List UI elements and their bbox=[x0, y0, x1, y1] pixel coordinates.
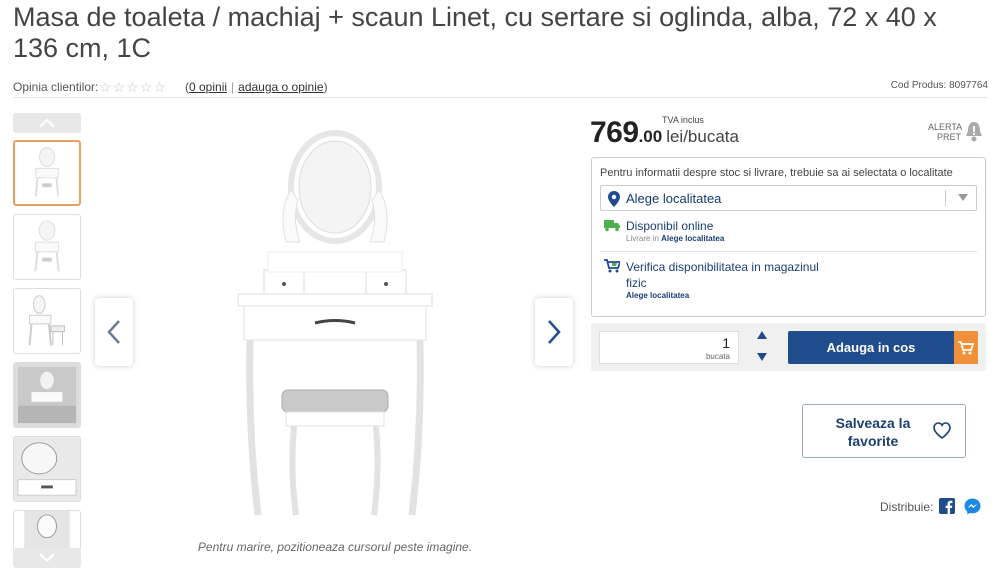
price: 769.00 lei/bucata bbox=[590, 116, 739, 150]
quantity-unit: bucata bbox=[705, 352, 730, 361]
rating-stars[interactable]: ☆☆☆☆☆ bbox=[99, 79, 167, 96]
product-code: Cod Produs: 8097764 bbox=[890, 80, 988, 91]
quantity-value: 1 bbox=[722, 335, 730, 351]
cart-icon-wrap bbox=[954, 331, 978, 364]
vanity-thumb-image bbox=[34, 147, 60, 197]
vanity-room-thumb-image bbox=[14, 363, 80, 427]
price-integer: 769 bbox=[590, 116, 639, 149]
truck-icon bbox=[604, 220, 620, 232]
divider bbox=[600, 251, 977, 252]
add-to-cart-button[interactable]: Adauga in cos bbox=[788, 331, 978, 364]
facebook-icon[interactable] bbox=[939, 498, 955, 514]
online-delivery: Livrare in Alege localitatea bbox=[626, 234, 725, 243]
online-location-link[interactable]: Alege localitatea bbox=[661, 234, 724, 243]
thumbnail-1[interactable] bbox=[13, 140, 81, 206]
share-label: Distribuie: bbox=[880, 500, 934, 514]
opinions-links: (0 opinii | adauga o opinie) bbox=[185, 80, 328, 94]
star-icon[interactable]: ☆ bbox=[99, 79, 113, 95]
price-unit: lei/bucata bbox=[666, 127, 739, 146]
thumbs-up-button[interactable] bbox=[13, 113, 81, 133]
cart-icon bbox=[958, 340, 974, 354]
vanity-thumb-image bbox=[24, 511, 70, 549]
chevron-up-icon[interactable] bbox=[757, 331, 767, 339]
thumbnail-6[interactable] bbox=[13, 510, 81, 550]
star-icon[interactable]: ☆ bbox=[153, 79, 167, 95]
chevron-down-icon[interactable] bbox=[757, 353, 767, 361]
add-to-cart-zone: 1 bucata Adauga in cos bbox=[591, 323, 986, 371]
chevron-down-icon bbox=[39, 553, 55, 563]
store-location-link[interactable]: Alege localitatea bbox=[626, 291, 689, 300]
opinions-count-link[interactable]: 0 opinii bbox=[189, 80, 227, 94]
chevron-down-icon bbox=[958, 194, 968, 201]
stock-box: Pentru informatii despre stoc si livrare… bbox=[591, 157, 986, 317]
star-icon[interactable]: ☆ bbox=[126, 79, 140, 95]
rating-row: Opinia clientilor: ☆☆☆☆☆ (0 opinii | adaug… bbox=[13, 79, 988, 98]
price-decimal: .00 bbox=[638, 127, 663, 146]
store-title[interactable]: Verifica disponibilitatea in magazinul fi… bbox=[626, 259, 819, 291]
map-pin-icon bbox=[608, 191, 620, 207]
store-cart-icon bbox=[604, 259, 620, 273]
store-location: Alege localitatea bbox=[626, 291, 689, 300]
vanity-thumb-image bbox=[34, 220, 60, 272]
online-title: Disponibil online bbox=[626, 219, 714, 233]
vanity-thumb-image bbox=[28, 295, 65, 346]
prev-image-button[interactable] bbox=[95, 298, 133, 366]
star-icon[interactable]: ☆ bbox=[113, 79, 127, 95]
favorites-label: Salveaza la favorite bbox=[835, 415, 911, 449]
star-icon[interactable]: ☆ bbox=[140, 79, 154, 95]
stock-info-text: Pentru informatii despre stoc si livrare… bbox=[600, 167, 953, 179]
online-availability: Disponibil online Livrare in Alege local… bbox=[600, 218, 977, 248]
price-alert-button[interactable]: ALERTA PRET bbox=[928, 120, 988, 144]
select-divider bbox=[945, 190, 946, 206]
add-opinion-link[interactable]: adauga o opinie bbox=[238, 80, 323, 94]
main-product-image[interactable] bbox=[150, 130, 530, 525]
thumbnail-5[interactable] bbox=[13, 436, 81, 502]
heart-icon bbox=[933, 422, 951, 439]
chevron-right-icon bbox=[548, 320, 561, 344]
next-image-button[interactable] bbox=[535, 298, 573, 366]
vanity-detail-thumb-image bbox=[14, 437, 80, 501]
thumbnail-2[interactable] bbox=[13, 214, 81, 280]
product-title: Masa de toaleta / machiaj + scaun Linet,… bbox=[13, 2, 937, 63]
save-to-favorites-button[interactable]: Salveaza la favorite bbox=[802, 404, 966, 458]
location-select[interactable]: Alege localitatea bbox=[600, 185, 977, 211]
chevron-left-icon bbox=[107, 320, 120, 344]
price-alert-label: ALERTA PRET bbox=[928, 122, 963, 142]
thumbnail-3[interactable] bbox=[13, 288, 81, 354]
chevron-up-icon bbox=[39, 118, 55, 128]
bell-icon bbox=[966, 122, 982, 142]
rating-label: Opinia clientilor: bbox=[13, 80, 99, 94]
quantity-stepper[interactable] bbox=[757, 331, 769, 363]
thumbnail-4[interactable] bbox=[13, 362, 81, 428]
messenger-icon[interactable] bbox=[964, 498, 981, 515]
location-value: Alege localitatea bbox=[626, 191, 722, 206]
store-availability: Verifica disponibilitatea in magazinul fi… bbox=[600, 259, 977, 305]
add-to-cart-label: Adauga in cos bbox=[826, 340, 916, 355]
image-caption: Pentru marire, pozitioneaza cursorul pes… bbox=[197, 540, 473, 554]
thumbs-down-button[interactable] bbox=[13, 548, 81, 568]
quantity-field[interactable]: 1 bucata bbox=[599, 331, 739, 364]
